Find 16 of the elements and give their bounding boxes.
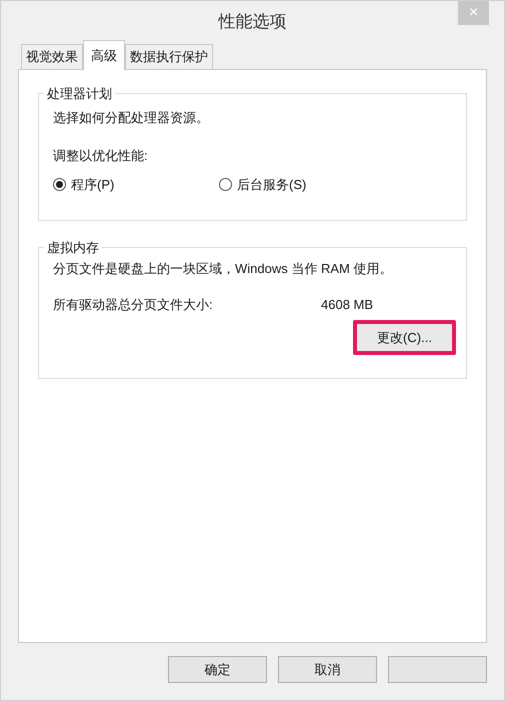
radio-button[interactable]: [219, 178, 232, 192]
tab[interactable]: 视觉效果: [21, 44, 83, 69]
radio-button[interactable]: [53, 178, 66, 192]
size-label: 所有驱动器总分页文件大小:: [53, 296, 214, 314]
tab[interactable]: 数据执行保护: [125, 44, 213, 69]
prompt-label: 调整以优化性能:: [53, 146, 149, 164]
dialog-button[interactable]: 确定: [168, 656, 267, 683]
radio-option[interactable]: 程序(P): [53, 175, 219, 194]
size-value: 4608 MB: [321, 296, 374, 314]
tab[interactable]: 高级: [83, 40, 125, 70]
description-text: 分页文件是硬盘上的一块区域，Windows 当作 RAM 使用。: [53, 260, 394, 278]
radio-option[interactable]: 后台服务(S): [219, 175, 306, 194]
window-title: 性能选项: [218, 11, 286, 33]
dialog-button[interactable]: 取消: [278, 656, 377, 683]
change-button[interactable]: 更改(C)...: [353, 320, 456, 355]
description-text: 选择如何分配处理器资源。: [53, 109, 210, 127]
